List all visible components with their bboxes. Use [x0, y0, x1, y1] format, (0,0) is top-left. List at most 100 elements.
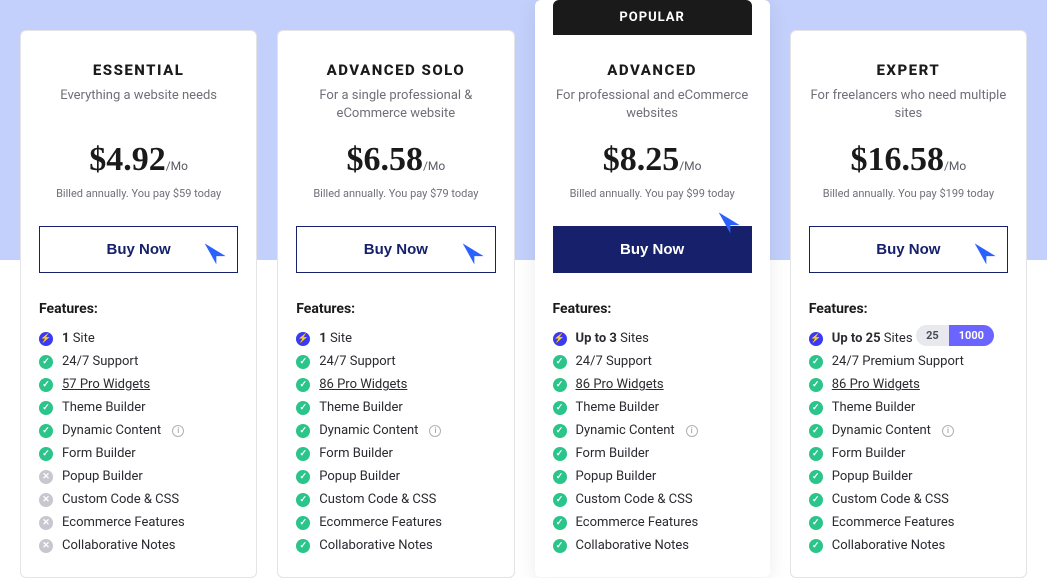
feature-text[interactable]: 86 Pro Widgets [832, 377, 920, 392]
price-row: $8.25/Mo [553, 141, 752, 179]
check-icon: ✓ [809, 401, 823, 415]
plan-name: ESSENTIAL [39, 61, 238, 79]
feature-row: ✓Form Builder [296, 442, 495, 465]
check-icon: ✓ [39, 401, 53, 415]
feature-text: 24/7 Support [319, 354, 395, 369]
feature-row: ✓Dynamic Contenti [296, 419, 495, 442]
feature-text: Custom Code & CSS [319, 492, 436, 507]
feature-text: Popup Builder [576, 469, 657, 484]
price-amount: $4.92 [89, 141, 166, 178]
feature-text: Popup Builder [832, 469, 913, 484]
feature-row: ✓24/7 Support [553, 350, 752, 373]
feature-row: ✓Theme Builder [296, 396, 495, 419]
feature-row: ✓Dynamic Contenti [553, 419, 752, 442]
feature-row: ✓Popup Builder [809, 465, 1008, 488]
price-amount: $8.25 [603, 141, 680, 178]
feature-text[interactable]: 86 Pro Widgets [576, 377, 664, 392]
x-icon: ✕ [39, 516, 53, 530]
info-icon[interactable]: i [686, 425, 698, 437]
price-row: $4.92/Mo [39, 141, 238, 179]
info-icon[interactable]: i [172, 425, 184, 437]
bolt-icon: ⚡ [39, 332, 53, 346]
feature-text: Up to 3 Sites [576, 331, 649, 346]
feature-text: Dynamic Content [62, 423, 161, 438]
feature-text[interactable]: 57 Pro Widgets [62, 377, 150, 392]
check-icon: ✓ [553, 447, 567, 461]
feature-row: ✓Theme Builder [553, 396, 752, 419]
feature-row: ✓24/7 Support [39, 350, 238, 373]
feature-row: ✓Collaborative Notes [296, 534, 495, 557]
feature-row: ✓Ecommerce Features [809, 511, 1008, 534]
check-icon: ✓ [809, 355, 823, 369]
info-icon[interactable]: i [942, 425, 954, 437]
feature-row: ✓Collaborative Notes [553, 534, 752, 557]
feature-text: Ecommerce Features [576, 515, 699, 530]
pricing-cards: ESSENTIALEverything a website needs$4.92… [0, 0, 1047, 578]
feature-row: ⚡Up to 25 Sites251000 [809, 327, 1008, 350]
sites-toggle[interactable]: 251000 [916, 325, 994, 346]
buy-now-button[interactable]: Buy Now [553, 226, 752, 273]
feature-row: ✓Custom Code & CSS [296, 488, 495, 511]
buy-now-button[interactable]: Buy Now [39, 226, 238, 273]
plan-subtitle: For freelancers who need multiple sites [809, 87, 1008, 123]
features-list: ⚡ 1 Site ✓ 24/7 Support ✓ 86 Pro Widgets ✓Them… [296, 327, 495, 557]
feature-text: Form Builder [832, 446, 906, 461]
check-icon: ✓ [553, 493, 567, 507]
sites-toggle-option[interactable]: 25 [916, 325, 949, 346]
feature-row: ✕ Collaborative Notes [39, 534, 238, 557]
buy-now-button[interactable]: Buy Now [296, 226, 495, 273]
billed-note: Billed annually. You pay $199 today [809, 187, 1008, 200]
x-icon: ✕ [39, 539, 53, 553]
feature-row: ⚡ 1 Site [296, 327, 495, 350]
sites-toggle-option[interactable]: 1000 [949, 325, 994, 346]
feature-row: ✓ Popup Builder [296, 465, 495, 488]
feature-row: ✓ 57 Pro Widgets [39, 373, 238, 396]
feature-row: ✓ Theme Builder [809, 396, 1008, 419]
feature-text: Collaborative Notes [576, 538, 690, 553]
feature-text: Ecommerce Features [832, 515, 955, 530]
feature-row: ✓ 86 Pro Widgets [296, 373, 495, 396]
feature-row: ✓ 86 Pro Widgets [553, 373, 752, 396]
feature-text: 24/7 Premium Support [832, 354, 964, 369]
feature-text: Collaborative Notes [62, 538, 176, 553]
price-period: /Mo [166, 159, 188, 173]
feature-text: 1 Site [319, 331, 352, 346]
bolt-icon: ⚡ [296, 332, 310, 346]
popular-badge: POPULAR [553, 0, 752, 35]
check-icon: ✓ [296, 470, 310, 484]
check-icon: ✓ [553, 470, 567, 484]
plan-name: ADVANCED SOLO [296, 61, 495, 79]
feature-text: Theme Builder [832, 400, 916, 415]
check-icon: ✓ [553, 355, 567, 369]
features-list: ⚡Up to 3 Sites✓24/7 Support✓86 Pro Widge… [553, 327, 752, 557]
check-icon: ✓ [296, 355, 310, 369]
features-heading: Features: [809, 301, 1008, 317]
check-icon: ✓ [553, 378, 567, 392]
check-icon: ✓ [296, 539, 310, 553]
feature-row: ✓ Ecommerce Features [553, 511, 752, 534]
feature-bold: Up to 25 [832, 331, 881, 346]
check-icon: ✓ [39, 378, 53, 392]
check-icon: ✓ [553, 516, 567, 530]
feature-text: Popup Builder [319, 469, 400, 484]
feature-row: ✕Custom Code & CSS [39, 488, 238, 511]
feature-bold: Up to 3 [576, 331, 617, 346]
check-icon: ✓ [296, 378, 310, 392]
feature-row: ⚡1 Site [39, 327, 238, 350]
price-period: /Mo [944, 159, 966, 173]
feature-row: ✕ Ecommerce Features [39, 511, 238, 534]
feature-row: ✓86 Pro Widgets [809, 373, 1008, 396]
feature-text[interactable]: 86 Pro Widgets [319, 377, 407, 392]
price-period: /Mo [679, 159, 701, 173]
feature-row: ✓Dynamic Contenti [809, 419, 1008, 442]
feature-text: Theme Builder [62, 400, 146, 415]
feature-row: ✓ 24/7 Support [296, 350, 495, 373]
feature-text: Ecommerce Features [62, 515, 185, 530]
info-icon[interactable]: i [429, 425, 441, 437]
buy-now-button[interactable]: Buy Now [809, 226, 1008, 273]
features-heading: Features: [39, 301, 238, 317]
bolt-icon: ⚡ [809, 332, 823, 346]
price-row: $6.58/Mo [296, 141, 495, 179]
price-amount: $16.58 [850, 141, 944, 178]
feature-text: 24/7 Support [62, 354, 138, 369]
